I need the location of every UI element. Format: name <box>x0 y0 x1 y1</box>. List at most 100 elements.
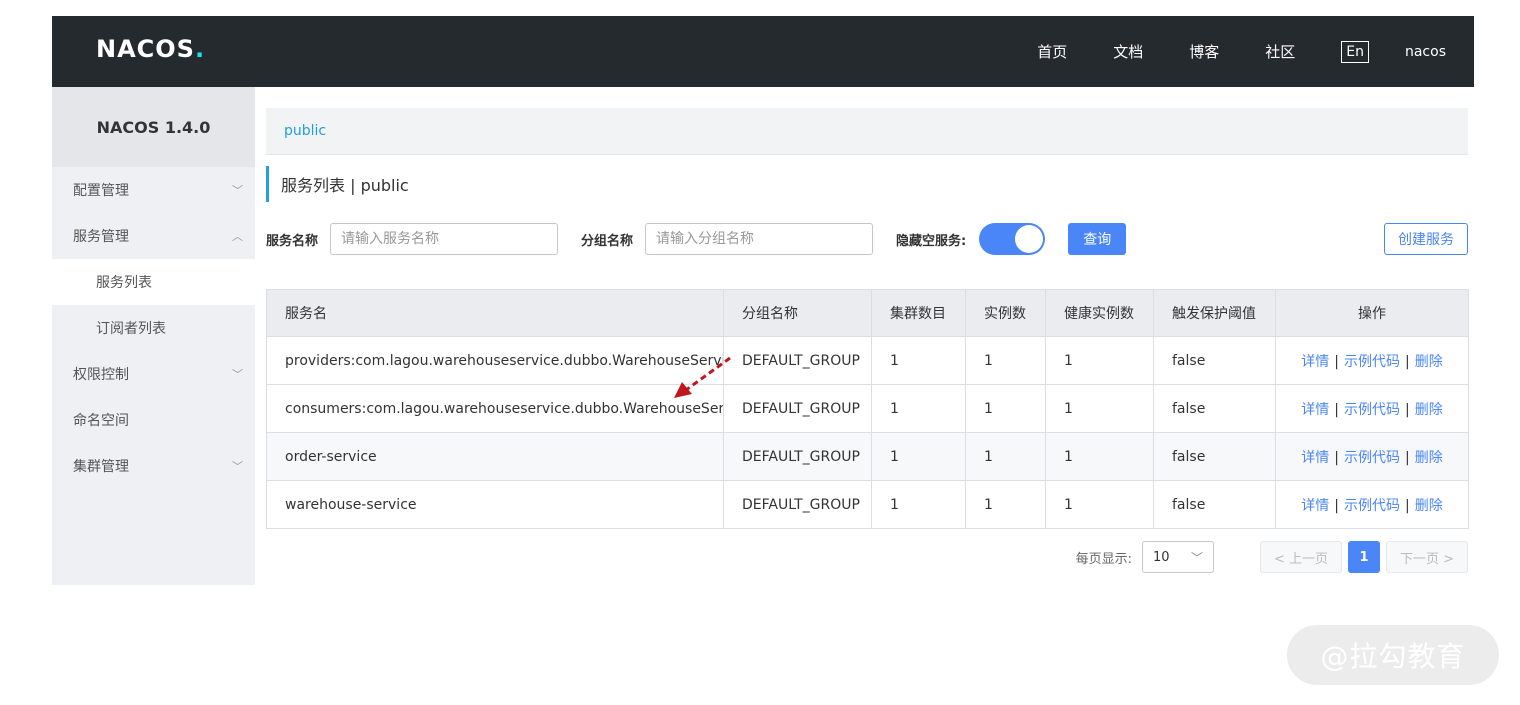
table-header-row: 服务名 分组名称 集群数目 实例数 健康实例数 触发保护阈值 操作 <box>266 289 1469 337</box>
sidebar-item-namespace[interactable]: 命名空间 <box>52 397 255 443</box>
nav-home[interactable]: 首页 <box>1037 41 1067 62</box>
table-row: providers:com.lagou.warehouseservice.dub… <box>266 336 1469 385</box>
cell-cluster-count: 1 <box>871 336 966 385</box>
cell-healthy-count: 1 <box>1045 480 1154 529</box>
page-title: 服务列表 | public <box>266 166 1468 202</box>
prev-page-button[interactable]: < 上一页 <box>1260 541 1342 573</box>
cell-cluster-count: 1 <box>871 432 966 481</box>
separator: | <box>1334 401 1339 418</box>
cell-actions: 详情 | 示例代码 | 删除 <box>1275 384 1469 433</box>
chevron-down-icon: ﹀ <box>232 184 243 197</box>
cell-protect-threshold: false <box>1153 336 1276 385</box>
language-toggle-button[interactable]: En <box>1341 40 1369 63</box>
next-page-button[interactable]: 下一页 > <box>1386 541 1468 573</box>
toggle-knob <box>1015 225 1044 253</box>
service-name-input[interactable] <box>330 223 559 255</box>
sidebar-item-subscriber-list[interactable]: 订阅者列表 <box>52 305 255 351</box>
cell-protect-threshold: false <box>1153 432 1276 481</box>
namespace-tab-public[interactable]: public <box>284 123 326 139</box>
sidebar-item-service-list[interactable]: 服务列表 <box>52 259 255 305</box>
sidebar-item-label: 配置管理 <box>73 183 129 199</box>
cell-service-name: order-service <box>266 432 724 481</box>
user-name[interactable]: nacos <box>1405 44 1446 60</box>
delete-link[interactable]: 删除 <box>1415 354 1443 370</box>
logo-text: NACOS <box>96 35 195 63</box>
delete-link[interactable]: 删除 <box>1415 450 1443 466</box>
pagination: 每页显示: 10 ﹀ < 上一页 1 下一页 > <box>266 541 1468 573</box>
col-instance-count: 实例数 <box>965 289 1046 337</box>
separator: | <box>1405 353 1410 370</box>
service-table: 服务名 分组名称 集群数目 实例数 健康实例数 触发保护阈值 操作 provid… <box>266 289 1469 529</box>
cell-cluster-count: 1 <box>871 480 966 529</box>
page-number-button[interactable]: 1 <box>1348 541 1380 573</box>
delete-link[interactable]: 删除 <box>1415 498 1443 514</box>
namespace-bar: public <box>266 108 1468 155</box>
sidebar-item-label: 服务管理 <box>73 229 129 245</box>
cell-actions: 详情 | 示例代码 | 删除 <box>1275 432 1469 481</box>
nav-community[interactable]: 社区 <box>1265 41 1295 62</box>
filter-bar: 服务名称 分组名称 隐藏空服务: 查询 创建服务 <box>266 222 1468 256</box>
separator: | <box>1334 497 1339 514</box>
col-service-name: 服务名 <box>266 289 724 337</box>
sidebar-item-cluster[interactable]: 集群管理 ﹀ <box>52 443 255 489</box>
cell-instance-count: 1 <box>965 336 1046 385</box>
chevron-down-icon: ﹀ <box>1190 550 1203 565</box>
group-name-label: 分组名称 <box>581 233 634 249</box>
sample-code-link[interactable]: 示例代码 <box>1344 402 1400 418</box>
group-name-input[interactable] <box>645 223 874 255</box>
col-cluster-count: 集群数目 <box>871 289 966 337</box>
page-size-value: 10 <box>1153 549 1170 565</box>
separator: | <box>1405 497 1410 514</box>
search-button[interactable]: 查询 <box>1068 223 1127 255</box>
cell-instance-count: 1 <box>965 480 1046 529</box>
detail-link[interactable]: 详情 <box>1301 354 1329 370</box>
sidebar-item-service[interactable]: 服务管理 ︿ <box>52 213 255 259</box>
chevron-down-icon: ﹀ <box>232 368 243 381</box>
hide-empty-toggle[interactable] <box>979 223 1046 255</box>
nav-docs[interactable]: 文档 <box>1113 41 1143 62</box>
cell-protect-threshold: false <box>1153 480 1276 529</box>
col-actions: 操作 <box>1275 289 1469 337</box>
annotation-arrow-icon <box>674 356 731 398</box>
detail-link[interactable]: 详情 <box>1301 402 1329 418</box>
table-row: warehouse-service DEFAULT_GROUP 1 1 1 fa… <box>266 480 1469 529</box>
table-row: consumers:com.lagou.warehouseservice.dub… <box>266 384 1469 433</box>
col-group-name: 分组名称 <box>723 289 872 337</box>
delete-link[interactable]: 删除 <box>1415 402 1443 418</box>
chevron-up-icon: ︿ <box>232 230 243 243</box>
cell-service-name: providers:com.lagou.warehouseservice.dub… <box>266 336 724 385</box>
page-size-select[interactable]: 10 ﹀ <box>1142 541 1214 573</box>
create-service-button[interactable]: 创建服务 <box>1384 223 1468 255</box>
cell-healthy-count: 1 <box>1045 384 1154 433</box>
cell-group-name: DEFAULT_GROUP <box>723 336 872 385</box>
cell-instance-count: 1 <box>965 384 1046 433</box>
sidebar-title: NACOS 1.4.0 <box>52 87 255 167</box>
detail-link[interactable]: 详情 <box>1301 498 1329 514</box>
cell-cluster-count: 1 <box>871 384 966 433</box>
separator: | <box>1334 353 1339 370</box>
cell-group-name: DEFAULT_GROUP <box>723 384 872 433</box>
main-content: public 服务列表 | public 服务名称 分组名称 隐藏空服务: 查询… <box>266 108 1469 573</box>
sample-code-link[interactable]: 示例代码 <box>1344 354 1400 370</box>
hide-empty-label: 隐藏空服务: <box>896 233 967 249</box>
separator: | <box>1405 401 1410 418</box>
sidebar-item-auth[interactable]: 权限控制 ﹀ <box>52 351 255 397</box>
col-protect-threshold: 触发保护阈值 <box>1153 289 1276 337</box>
top-navbar: NACOS. 首页 文档 博客 社区 En nacos <box>52 16 1474 87</box>
top-nav: 首页 文档 博客 社区 En nacos <box>1037 16 1474 87</box>
col-healthy-count: 健康实例数 <box>1045 289 1154 337</box>
sidebar: NACOS 1.4.0 配置管理 ﹀ 服务管理 ︿ 服务列表 订阅者列表 权限控… <box>52 87 255 585</box>
detail-link[interactable]: 详情 <box>1301 450 1329 466</box>
separator: | <box>1405 449 1410 466</box>
page-size-label: 每页显示: <box>1075 551 1132 567</box>
nav-blog[interactable]: 博客 <box>1189 41 1219 62</box>
watermark: @拉勾教育 <box>1287 625 1499 685</box>
cell-healthy-count: 1 <box>1045 432 1154 481</box>
sample-code-link[interactable]: 示例代码 <box>1344 450 1400 466</box>
sample-code-link[interactable]: 示例代码 <box>1344 498 1400 514</box>
sidebar-item-config[interactable]: 配置管理 ﹀ <box>52 167 255 213</box>
logo-dot: . <box>194 35 205 63</box>
cell-actions: 详情 | 示例代码 | 删除 <box>1275 480 1469 529</box>
cell-service-name: warehouse-service <box>266 480 724 529</box>
nacos-logo[interactable]: NACOS. <box>96 34 204 64</box>
